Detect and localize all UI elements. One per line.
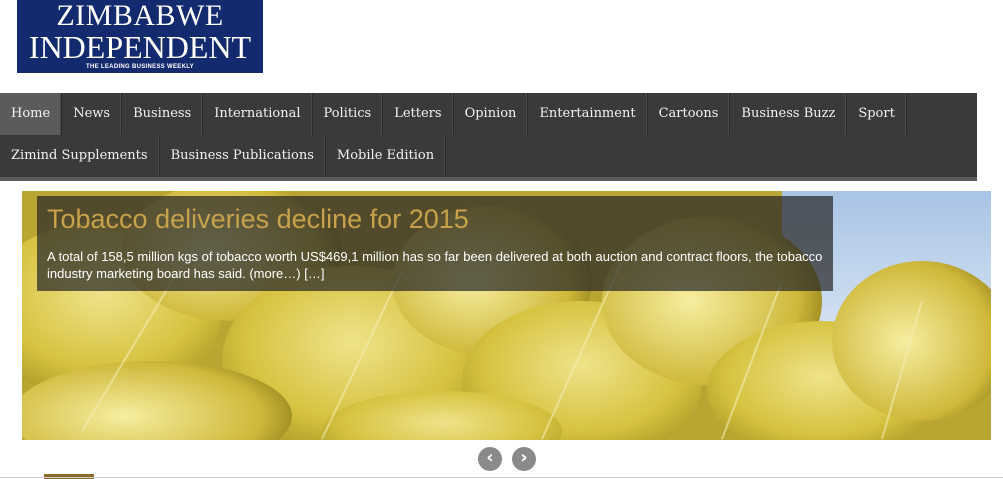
nav-item-business-buzz[interactable]: Business Buzz [730,93,848,135]
nav-item-zimind-supplements[interactable]: Zimind Supplements [0,135,160,177]
slide-summary[interactable]: A total of 158,5 million kgs of tobacco … [47,248,827,282]
chevron-right-icon[interactable]: › [512,447,536,471]
nav-item-business[interactable]: Business [122,93,204,135]
nav-item-mobile-edition[interactable]: Mobile Edition [326,135,447,177]
nav-item-news[interactable]: News [62,93,123,135]
nav-item-home[interactable]: Home [0,93,63,135]
slide-title[interactable]: Tobacco deliveries decline for 2015 [47,204,469,235]
nav-item-business-publications[interactable]: Business Publications [160,135,326,177]
slide-caption: Tobacco deliveries decline for 2015 A to… [37,196,833,291]
nav-item-international[interactable]: International [203,93,313,135]
divider [0,477,1003,478]
nav-item-cartoons[interactable]: Cartoons [648,93,731,135]
nav-row-2: Zimind Supplements Business Publications… [0,135,447,177]
nav-item-letters[interactable]: Letters [383,93,454,135]
nav-item-opinion[interactable]: Opinion [454,93,529,135]
nav-row-1: Home News Business International Politic… [0,93,907,135]
site-logo[interactable]: ZIMBABWE INDEPENDENT THE LEADING BUSINES… [17,0,263,73]
logo-line2: INDEPENDENT [28,29,252,65]
chevron-left-icon[interactable]: ‹ [478,447,502,471]
nav-item-entertainment[interactable]: Entertainment [528,93,648,135]
main-navigation: Home News Business International Politic… [0,93,977,181]
featured-slider[interactable]: Tobacco deliveries decline for 2015 A to… [22,191,991,440]
nav-item-politics[interactable]: Politics [313,93,384,135]
nav-item-sport[interactable]: Sport [847,93,907,135]
logo-line1: ZIMBABWE [56,0,224,32]
